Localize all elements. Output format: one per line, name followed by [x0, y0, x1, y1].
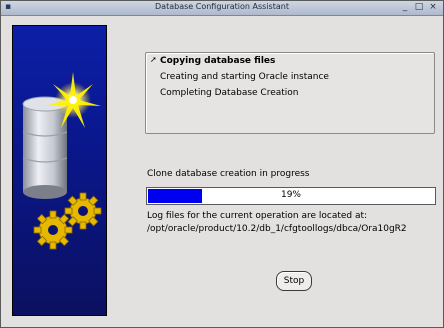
database-illustration [12, 25, 107, 316]
title-bar[interactable]: ▪ Database Configuration Assistant _ □ × [1, 1, 443, 16]
gear-icon [64, 192, 102, 230]
step-item-copying: Copying database files [160, 56, 276, 66]
progress-percent: 19% [280, 190, 301, 200]
log-path: /opt/oracle/product/10.2/db_1/cfgtoollog… [147, 224, 407, 234]
minimize-icon[interactable]: _ [400, 2, 410, 13]
steps-list: ➚ Copying database files Creating and st… [145, 52, 435, 134]
stop-button[interactable]: Stop [276, 271, 312, 291]
step-item-completing: Completing Database Creation [160, 88, 299, 98]
progress-bar: 19% [146, 187, 436, 205]
gear-icon [33, 210, 73, 250]
status-text: Clone database creation in progress [147, 169, 310, 179]
database-cylinder-icon [22, 72, 102, 250]
step-item-instance: Creating and starting Oracle instance [160, 72, 329, 82]
dbca-window: ▪ Database Configuration Assistant _ □ × [0, 0, 444, 328]
pointer-arrow-icon: ➚ [150, 55, 157, 64]
close-icon[interactable]: × [428, 2, 438, 13]
log-info-label: Log files for the current operation are … [147, 211, 368, 221]
maximize-icon[interactable]: □ [414, 2, 424, 13]
window-title: Database Configuration Assistant [155, 2, 289, 11]
